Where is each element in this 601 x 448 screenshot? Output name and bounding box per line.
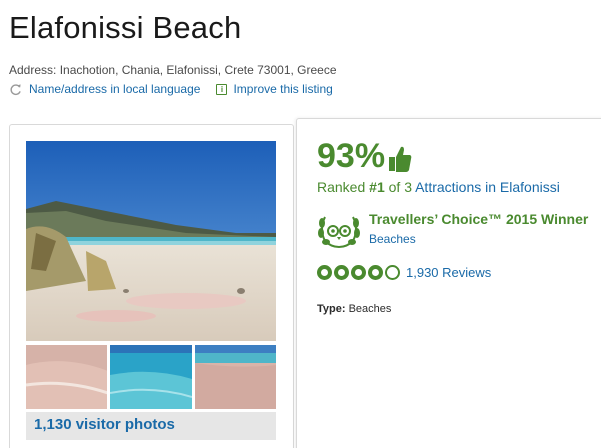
thumbnail-2[interactable] bbox=[110, 345, 192, 409]
thumbs-up-icon bbox=[389, 146, 412, 172]
rating-bubble-icon bbox=[334, 265, 349, 280]
rating-bubbles bbox=[317, 265, 400, 280]
type-value: Beaches bbox=[345, 303, 392, 315]
refresh-icon bbox=[10, 83, 21, 95]
page-title: Elafonissi Beach bbox=[9, 10, 242, 45]
rank-of: of 3 bbox=[384, 179, 416, 195]
award-category-link[interactable]: Beaches bbox=[369, 232, 588, 246]
local-language-link[interactable]: Name/address in local language bbox=[29, 82, 200, 96]
reviews-row: 1,930 Reviews bbox=[317, 265, 491, 280]
recommend-percent: 93% bbox=[317, 137, 386, 175]
shoreline-thumbnail-image bbox=[194, 345, 276, 409]
attractions-link[interactable]: Attractions in Elafonissi bbox=[415, 179, 560, 195]
main-photo[interactable] bbox=[26, 141, 276, 341]
type-row: Type: Beaches bbox=[317, 303, 391, 315]
award-title: Travellers’ Choice™ 2015 Winner bbox=[369, 211, 589, 227]
thumbnail-1[interactable] bbox=[26, 345, 108, 409]
laurel-owl-icon bbox=[318, 216, 360, 248]
visitor-photos-link[interactable]: 1,130 visitor photos bbox=[26, 412, 276, 440]
info-icon: i bbox=[216, 83, 228, 95]
info-card: 93% Ranked #1 of 3 Attractions in Elafon… bbox=[296, 118, 601, 448]
rank-prefix: Ranked bbox=[317, 179, 370, 195]
ranking-text: Ranked #1 of 3 Attractions in Elafonissi bbox=[317, 179, 560, 195]
rating-bubble-icon bbox=[317, 265, 332, 280]
beach-photo-image bbox=[26, 141, 276, 341]
rating-bubble-icon bbox=[368, 265, 383, 280]
listing-links: Name/address in local language i Improve… bbox=[9, 82, 333, 96]
reviews-link[interactable]: 1,930 Reviews bbox=[406, 265, 491, 280]
travellers-choice-award: Travellers’ Choice™ 2015 Winner Beaches bbox=[317, 211, 588, 251]
pink-sand-thumbnail-image bbox=[26, 345, 108, 409]
address: Address: Inachotion, Chania, Elafonissi,… bbox=[9, 63, 337, 77]
turquoise-water-thumbnail-image bbox=[110, 345, 192, 409]
rating-bubble-half-icon bbox=[385, 265, 400, 280]
thumbnail-3[interactable] bbox=[194, 345, 276, 409]
photo-thumbnails bbox=[26, 345, 276, 409]
rank-number: #1 bbox=[369, 179, 385, 195]
type-label: Type: bbox=[317, 303, 346, 315]
photo-card: 1,130 visitor photos bbox=[9, 124, 294, 448]
improve-listing-link[interactable]: Improve this listing bbox=[233, 82, 332, 96]
rating-bubble-icon bbox=[351, 265, 366, 280]
rating-row: 93% bbox=[317, 139, 412, 173]
